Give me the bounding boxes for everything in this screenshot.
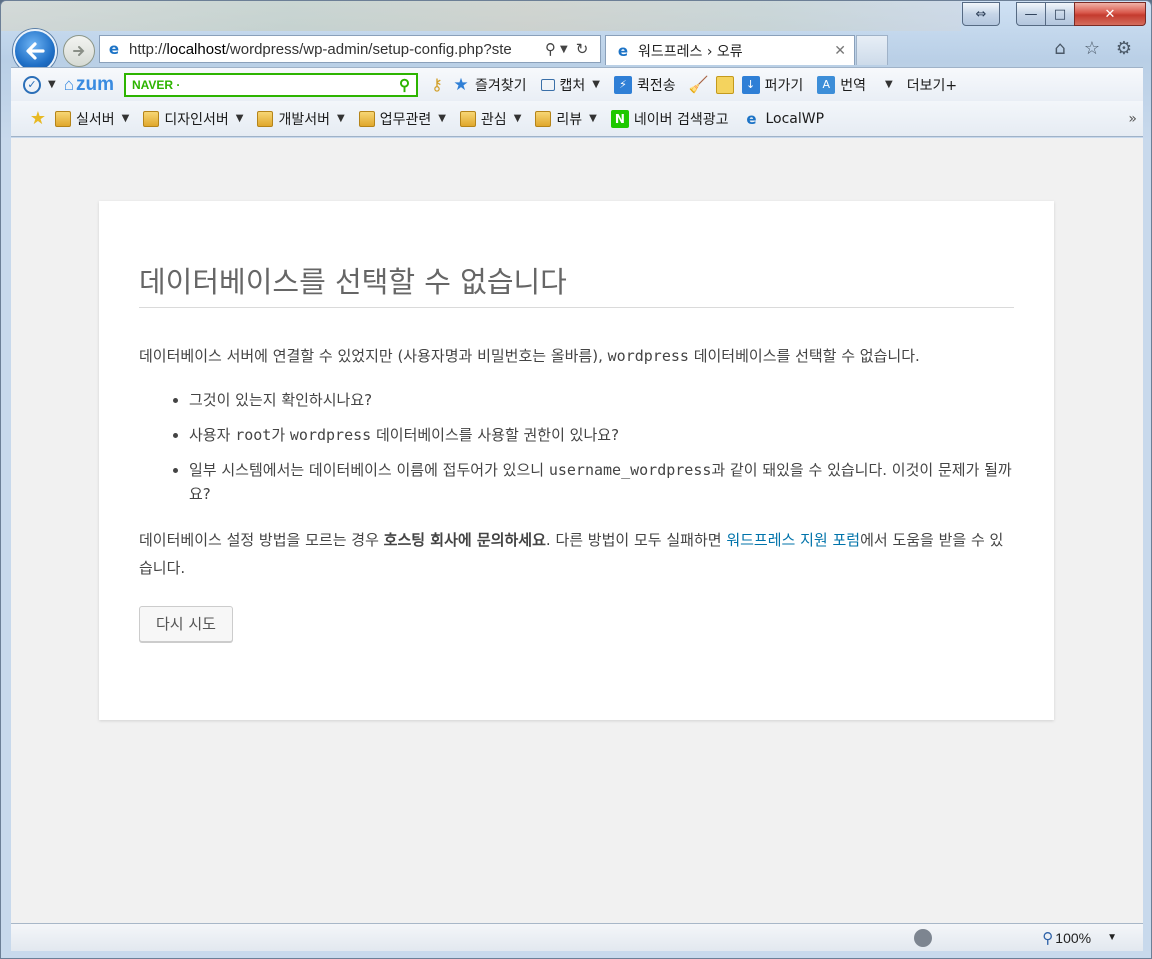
blurred-background-strip [1, 1, 961, 31]
new-tab-button[interactable] [856, 35, 888, 65]
status-bar: ⚲ 100% ▼ [11, 923, 1143, 951]
chevron-down-icon: ▼ [336, 113, 345, 124]
favorite-folder-실서버[interactable]: 실서버 ▼ [55, 109, 129, 129]
favorites-bar: ★ 실서버 ▼ 디자인서버 ▼ 개발서버 ▼ 업무관련 ▼ 관심 ▼ 리뷰 ▼ … [11, 101, 1143, 137]
favorite-folder-업무관련[interactable]: 업무관련 ▼ [358, 109, 446, 129]
search-icon[interactable]: ⚲ [545, 40, 556, 58]
tab-active[interactable]: e 워드프레스 › 오류 ✕ [605, 35, 855, 65]
toolbar-options-button[interactable]: ✓ ▼ [23, 75, 56, 94]
download-icon: ↓ [741, 75, 760, 94]
support-forum-link[interactable]: 워드프레스 지원 포럼 [726, 531, 860, 549]
refresh-icon[interactable]: ↻ [576, 40, 589, 58]
help-paragraph: 데이터베이스 설정 방법을 모르는 경우 호스팅 회사에 문의하세요. 다른 방… [139, 531, 1004, 577]
toolbar-item-broom[interactable]: 🧹 [688, 75, 709, 94]
zoom-icon: ⚲ [1042, 929, 1054, 947]
quick-send-icon: ⚡ [613, 75, 632, 94]
folder-icon [143, 110, 160, 127]
check-circle-icon: ✓ [23, 75, 41, 94]
chevron-down-icon: ▼ [592, 79, 600, 90]
favorite-folder-디자인서버[interactable]: 디자인서버 ▼ [143, 109, 243, 129]
chevron-down-icon: ▼ [235, 113, 244, 124]
naver-search-input[interactable]: NAVER · ⚲ [123, 72, 418, 97]
toolbar-item-share[interactable]: ↓ 퍼가기 [741, 75, 803, 95]
toolbar-item-translate[interactable]: A 번역 ▼ [817, 75, 893, 95]
chevron-down-icon: ▼ [121, 113, 130, 124]
toolbar-item-favorites[interactable]: ★ 즐겨찾기 [452, 74, 526, 95]
memo-icon [715, 75, 734, 94]
key-icon-button[interactable]: ⚷ [428, 75, 446, 94]
address-url: http://localhost/wordpress/wp-admin/setu… [129, 40, 512, 58]
maximize-button[interactable]: □ [1045, 2, 1075, 26]
retry-button[interactable]: 다시 시도 [139, 606, 233, 642]
home-icon[interactable]: ⌂ [1049, 37, 1071, 59]
hosting-contact-text: 호스팅 회사에 문의하세요 [383, 531, 546, 549]
favorite-link-naver-ads[interactable]: N 네이버 검색광고 [610, 109, 728, 129]
address-bar[interactable]: e http://localhost/wordpress/wp-admin/se… [99, 35, 601, 63]
chevron-down-icon: ▼ [438, 113, 446, 124]
list-item: 일부 시스템에서는 데이터베이스 이름에 접두어가 있으니 username_w… [189, 458, 1014, 506]
folder-icon [55, 110, 71, 127]
browser-window: ⇔ — □ ✕ e http://localhost/wordpress/wp-… [0, 0, 1152, 959]
page-viewport: 데이터베이스를 선택할 수 없습니다 데이터베이스 서버에 연결할 수 있었지만… [11, 138, 1143, 923]
folder-icon [459, 110, 476, 127]
forward-button[interactable] [63, 35, 95, 67]
intro-paragraph: 데이터베이스 서버에 연결할 수 있었지만 (사용자명과 비밀번호는 올바름),… [139, 347, 920, 365]
toolbar-item-memo[interactable] [715, 75, 734, 94]
gear-icon[interactable]: ⚙ [1113, 37, 1135, 59]
chevron-more-icon[interactable]: » [1128, 111, 1137, 127]
star-icon: ★ [453, 74, 469, 95]
page-title: 데이터베이스를 선택할 수 없습니다 [139, 259, 1014, 308]
toolbar-item-capture[interactable]: 캡처 ▼ [540, 75, 600, 95]
broom-icon: 🧹 [688, 75, 709, 94]
forward-arrow-icon [73, 46, 85, 56]
toolbar-item-more[interactable]: 더보기+ [907, 75, 957, 95]
list-item: 사용자 root가 wordpress 데이터베이스를 사용할 권한이 있나요? [189, 423, 1014, 447]
minimize-button[interactable]: — [1016, 2, 1046, 26]
chevron-down-icon: ▼ [513, 113, 522, 124]
chevron-down-icon: ▼ [48, 79, 56, 90]
protected-mode-icon[interactable] [914, 928, 933, 947]
error-card: 데이터베이스를 선택할 수 없습니다 데이터베이스 서버에 연결할 수 있었지만… [99, 201, 1054, 720]
tab-title: 워드프레스 › 오류 [638, 43, 743, 60]
favorite-folder-개발서버[interactable]: 개발서버 ▼ [257, 109, 345, 129]
back-arrow-icon [26, 42, 45, 60]
home-icon: ⌂ [63, 74, 74, 94]
ie-page-icon: e [746, 109, 757, 128]
dropdown-arrow-icon[interactable]: ▼ [560, 44, 568, 55]
restore-window-button[interactable]: ⇔ [962, 2, 1000, 26]
folder-icon [257, 110, 274, 127]
zum-logo[interactable]: ⌂ zum [64, 74, 114, 96]
list-item: 그것이 있는지 확인하시나요? [189, 388, 1014, 412]
translate-icon: A [817, 75, 836, 94]
chevron-down-icon: ▼ [589, 113, 597, 124]
search-icon[interactable]: ⚲ [399, 76, 410, 94]
chevron-down-icon: ▼ [885, 79, 893, 90]
folder-icon [358, 110, 375, 127]
favorite-folder-리뷰[interactable]: 리뷰 ▼ [535, 109, 597, 129]
favorite-link-localwp[interactable]: e LocalWP [742, 110, 824, 128]
close-button[interactable]: ✕ [1074, 2, 1146, 26]
ie-page-icon: e [108, 40, 120, 58]
zoom-dropdown-icon[interactable]: ▼ [1107, 932, 1117, 943]
zoom-level[interactable]: 100% [1055, 930, 1091, 946]
key-icon: ⚷ [431, 75, 443, 94]
checklist: 그것이 있는지 확인하시나요? 사용자 root가 wordpress 데이터베… [139, 388, 1014, 506]
browser-command-icons: ⌂ ☆ ⚙ [1049, 37, 1135, 59]
command-toolbar: ✓ ▼ ⌂ zum NAVER · ⚲ ⚷ ★ 즐겨찾기 캡처 ▼ ⚡ 퀵전송 … [11, 67, 1143, 101]
toolbar-item-quick-send[interactable]: ⚡ 퀵전송 [613, 75, 676, 95]
naver-n-icon: N [610, 109, 629, 128]
favorites-add-button[interactable]: ★ [29, 108, 47, 129]
naver-search-placeholder: NAVER · [131, 77, 181, 92]
add-favorite-star-icon: ★ [29, 108, 47, 129]
folder-icon [535, 110, 552, 127]
ie-page-icon: e [617, 41, 629, 60]
tab-close-icon[interactable]: ✕ [834, 43, 846, 59]
capture-icon [540, 78, 555, 91]
favorites-star-icon[interactable]: ☆ [1081, 37, 1103, 59]
favorite-folder-관심[interactable]: 관심 ▼ [459, 109, 522, 129]
